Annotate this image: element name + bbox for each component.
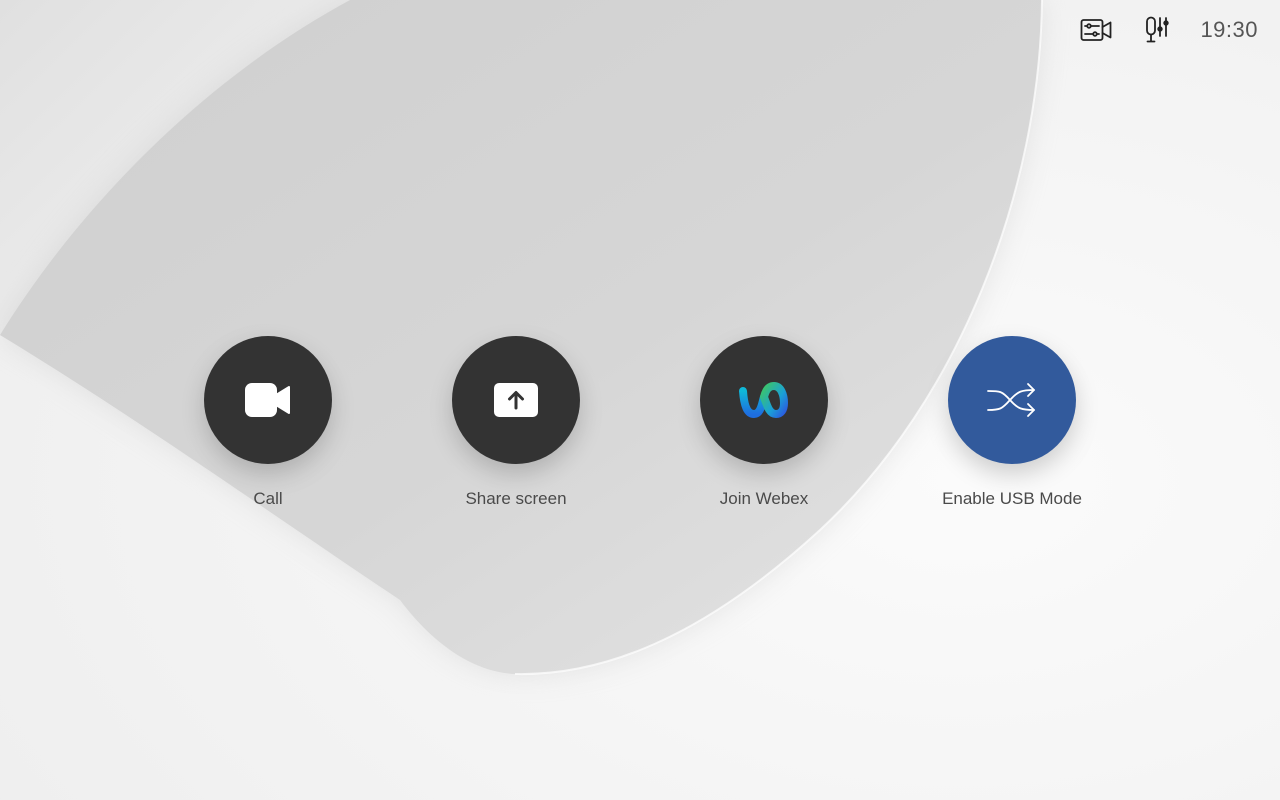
share-screen-action[interactable]: Share screen bbox=[416, 336, 616, 509]
home-screen: 19:30 Call Share screen Join Webex Enabl… bbox=[0, 0, 1280, 800]
share-screen-label: Share screen bbox=[465, 489, 567, 508]
action-row: Call Share screen Join Webex Enable USB … bbox=[0, 336, 1280, 526]
webex-logo-icon bbox=[739, 381, 789, 419]
microphone-settings-button[interactable] bbox=[1138, 10, 1178, 50]
join-webex-label: Join Webex bbox=[719, 489, 809, 508]
call-button[interactable] bbox=[204, 336, 332, 464]
top-bar: 19:30 bbox=[1054, 0, 1280, 60]
clock: 19:30 bbox=[1200, 17, 1258, 42]
enable-usb-mode-button[interactable] bbox=[948, 336, 1076, 464]
enable-usb-mode-label: Enable USB Mode bbox=[942, 489, 1082, 508]
microphone-settings-icon bbox=[1146, 16, 1170, 43]
camera-settings-icon bbox=[1081, 19, 1112, 41]
share-screen-button[interactable] bbox=[452, 336, 580, 464]
shuffle-icon bbox=[987, 383, 1035, 417]
share-upload-icon bbox=[494, 383, 538, 417]
join-webex-button[interactable] bbox=[700, 336, 828, 464]
camera-settings-button[interactable] bbox=[1076, 10, 1116, 50]
video-camera-icon bbox=[245, 383, 290, 417]
enable-usb-mode-action[interactable]: Enable USB Mode bbox=[912, 336, 1112, 509]
call-action[interactable]: Call bbox=[168, 336, 368, 509]
join-webex-action[interactable]: Join Webex bbox=[664, 336, 864, 509]
call-label: Call bbox=[253, 489, 283, 508]
